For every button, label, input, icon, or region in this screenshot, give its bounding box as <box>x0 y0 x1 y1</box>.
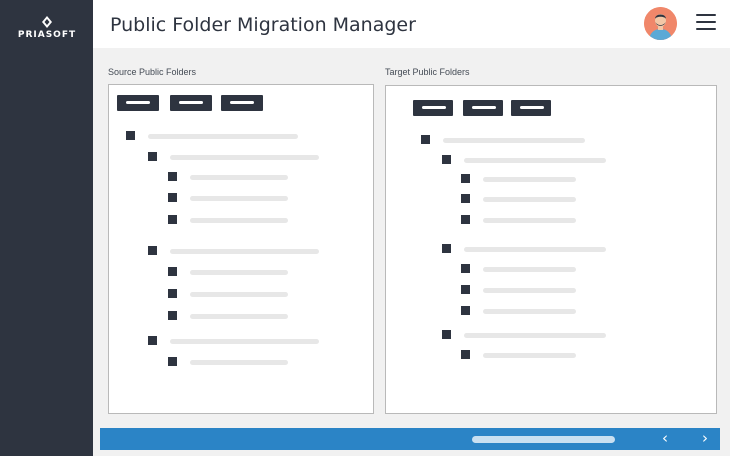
folder-node-icon <box>168 267 177 276</box>
source-toolbar-button-2[interactable] <box>170 95 212 111</box>
folder-node-icon <box>168 289 177 298</box>
folder-node-icon <box>168 215 177 224</box>
folder-name-placeholder <box>190 314 288 319</box>
next-button[interactable]: › <box>697 431 713 447</box>
target-toolbar-button-1[interactable] <box>413 100 453 116</box>
hamburger-menu-icon[interactable] <box>696 14 716 31</box>
folder-node-icon <box>148 152 157 161</box>
folder-name-placeholder <box>190 292 288 297</box>
priasoft-logo-mark-icon <box>42 16 52 28</box>
folder-node-icon <box>461 306 470 315</box>
folder-name-placeholder <box>483 197 576 202</box>
folder-name-placeholder <box>170 339 319 344</box>
folder-node-icon <box>461 264 470 273</box>
progress-scroll-thumb[interactable] <box>472 436 615 443</box>
target-toolbar-button-2[interactable] <box>463 100 503 116</box>
folder-node-icon <box>461 350 470 359</box>
folder-node-icon <box>126 131 135 140</box>
folder-node-icon <box>461 285 470 294</box>
main-content: Source Public Folders Target Public Fold… <box>93 48 730 456</box>
folder-node-icon <box>461 194 470 203</box>
prev-button[interactable]: ‹ <box>657 431 673 447</box>
folder-name-placeholder <box>190 175 288 180</box>
folder-name-placeholder <box>170 155 319 160</box>
footer-nav-bar: ‹ › <box>100 428 720 450</box>
user-avatar-icon[interactable] <box>644 7 677 40</box>
folder-node-icon <box>442 330 451 339</box>
folder-name-placeholder <box>170 249 319 254</box>
folder-node-icon <box>421 135 430 144</box>
target-panel-label: Target Public Folders <box>385 67 470 77</box>
avatar-figure-icon <box>644 7 677 40</box>
folder-name-placeholder <box>190 196 288 201</box>
sidebar: PRIASOFT <box>0 0 93 456</box>
folder-name-placeholder <box>483 218 576 223</box>
folder-name-placeholder <box>190 270 288 275</box>
source-toolbar-button-3[interactable] <box>221 95 263 111</box>
folder-name-placeholder <box>483 288 576 293</box>
folder-node-icon <box>168 172 177 181</box>
folder-name-placeholder <box>464 333 606 338</box>
folder-name-placeholder <box>148 134 298 139</box>
target-toolbar-button-3[interactable] <box>511 100 551 116</box>
folder-node-icon <box>461 215 470 224</box>
folder-node-icon <box>148 246 157 255</box>
folder-name-placeholder <box>483 353 576 358</box>
target-folder-tree[interactable] <box>385 85 717 414</box>
source-folder-tree[interactable] <box>108 84 374 414</box>
folder-node-icon <box>168 311 177 320</box>
header: Public Folder Migration Manager <box>93 0 730 48</box>
folder-name-placeholder <box>483 309 576 314</box>
source-toolbar-button-1[interactable] <box>117 95 159 111</box>
app-window: PRIASOFT Public Folder Migration Manager… <box>0 0 730 456</box>
folder-name-placeholder <box>190 360 288 365</box>
folder-name-placeholder <box>483 267 576 272</box>
folder-name-placeholder <box>190 218 288 223</box>
source-panel-label: Source Public Folders <box>108 67 197 77</box>
logo-text: PRIASOFT <box>17 30 77 40</box>
folder-node-icon <box>461 174 470 183</box>
folder-name-placeholder <box>483 177 576 182</box>
folder-node-icon <box>168 357 177 366</box>
folder-node-icon <box>168 193 177 202</box>
folder-node-icon <box>148 336 157 345</box>
folder-name-placeholder <box>464 158 606 163</box>
folder-name-placeholder <box>443 138 585 143</box>
priasoft-logo[interactable]: PRIASOFT <box>14 16 80 40</box>
folder-name-placeholder <box>464 247 606 252</box>
folder-node-icon <box>442 155 451 164</box>
folder-node-icon <box>442 244 451 253</box>
page-title: Public Folder Migration Manager <box>110 14 416 36</box>
